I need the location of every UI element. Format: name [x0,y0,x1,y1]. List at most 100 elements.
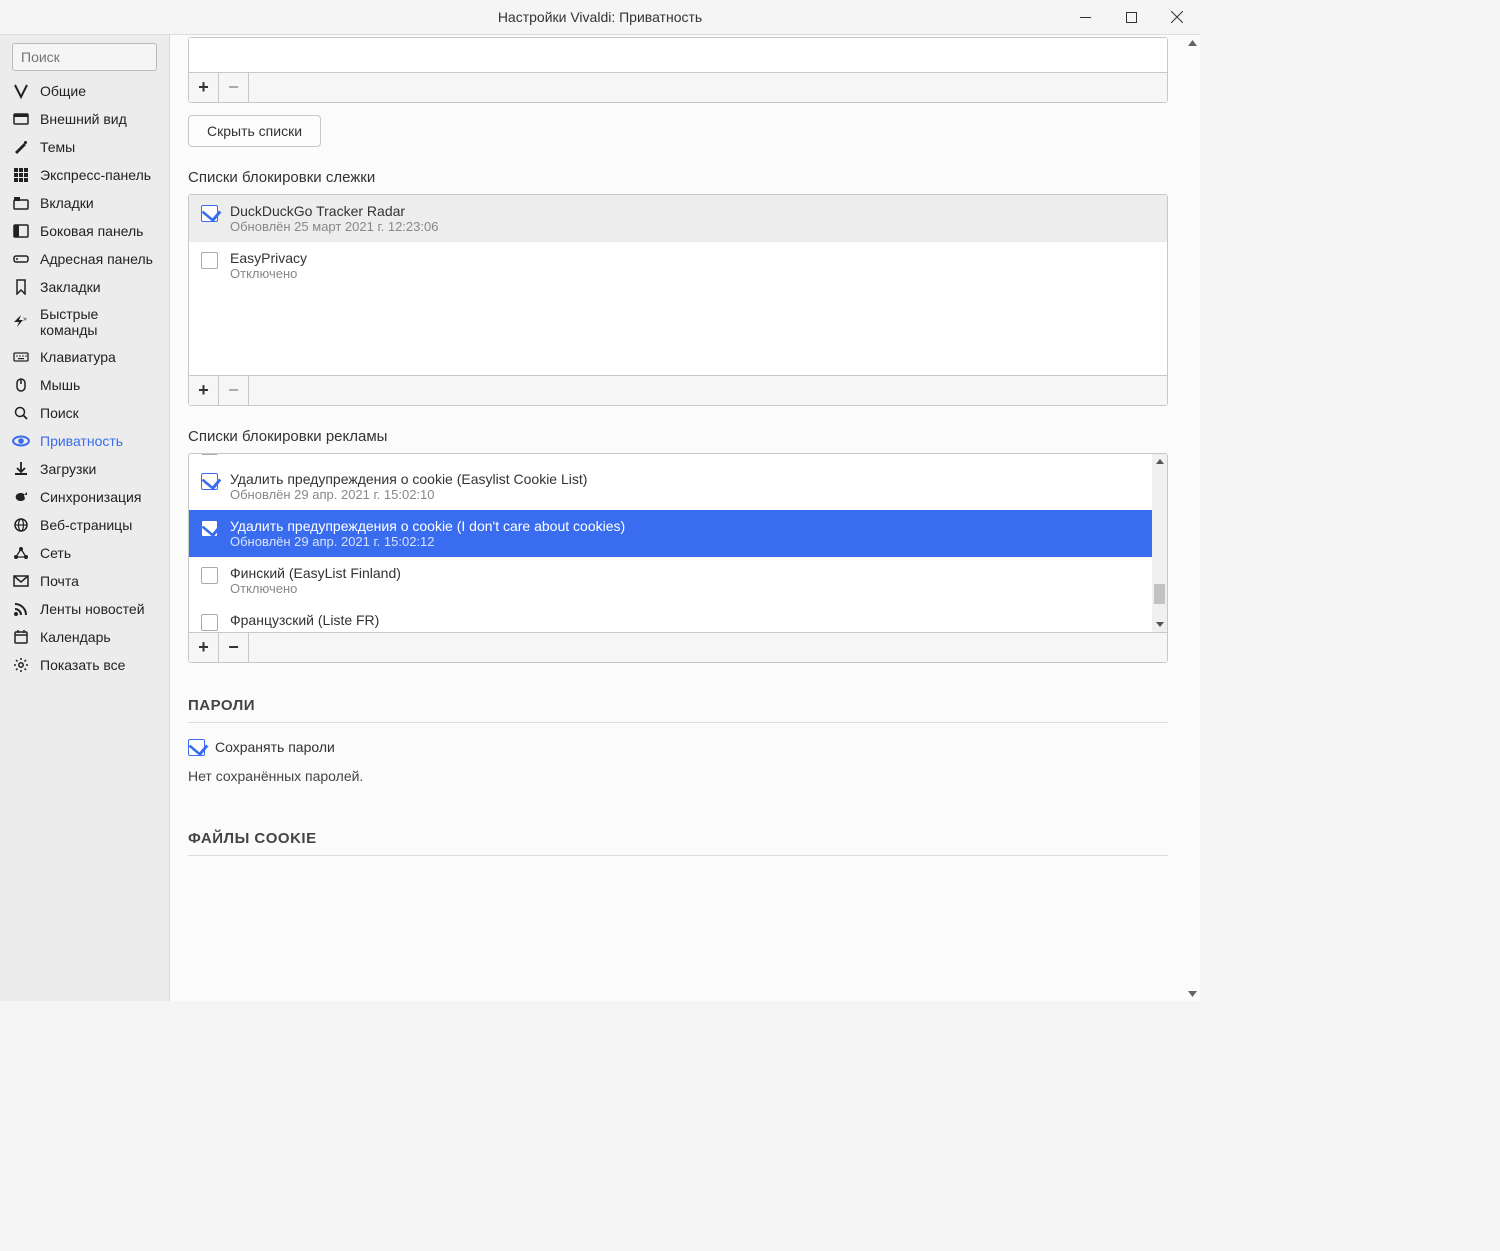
window-title: Настройки Vivaldi: Приватность [498,9,702,25]
svg-text:»: » [23,316,27,323]
gear-icon [12,656,30,674]
network-icon [12,544,30,562]
search-input[interactable] [12,43,157,71]
scroll-thumb[interactable] [1154,584,1165,604]
list-item-checkbox[interactable] [201,520,218,537]
maximize-button[interactable] [1108,0,1154,34]
ad-blocklist: Отключено Удалить предупреждения о cookie… [188,453,1168,663]
downloads-icon [12,460,30,478]
speed-dial-icon [12,166,30,184]
list-item[interactable]: Финский (EasyList Finland)Отключено [189,557,1152,604]
sidebar-item-label: Календарь [40,629,111,645]
sidebar-item-gear[interactable]: Показать все [0,651,169,679]
sidebar-item-web[interactable]: Веб-страницы [0,511,169,539]
sidebar-item-label: Экспресс-панель [40,167,151,183]
sidebar-item-network[interactable]: Сеть [0,539,169,567]
sidebar-item-quick[interactable]: » Быстрые команды [0,301,169,343]
list-item[interactable]: Удалить предупреждения о cookie (Easylis… [189,463,1152,510]
sidebar-item-label: Темы [40,139,75,155]
sidebar-item-mail[interactable]: Почта [0,567,169,595]
list-item-checkbox[interactable] [201,252,218,269]
list-item-title: Французский (Liste FR) [230,612,1140,628]
add-source-button[interactable]: + [189,73,219,102]
sidebar-item-label: Загрузки [40,461,96,477]
quick-icon: » [12,313,30,331]
main-content: + − Скрыть списки Списки блокировки слеж… [170,35,1200,1001]
sidebar-item-privacy[interactable]: Приватность [0,427,169,455]
list-item-checkbox[interactable] [201,205,218,222]
sidebar-item-label: Показать все [40,657,125,673]
close-button[interactable] [1154,0,1200,34]
web-icon [12,516,30,534]
hide-lists-button[interactable]: Скрыть списки [188,115,321,147]
sidebar-item-label: Поиск [40,405,79,421]
sidebar-item-label: Веб-страницы [40,517,132,533]
sync-icon [12,488,30,506]
tracker-lists-heading: Списки блокировки слежки [188,169,1168,186]
save-passwords-row[interactable]: Сохранять пароли [188,737,1168,756]
scroll-down-icon[interactable] [1185,986,1200,1001]
save-passwords-checkbox[interactable] [188,739,205,756]
sidebar-item-sync[interactable]: Синхронизация [0,483,169,511]
list-item[interactable]: EasyPrivacyОтключено [189,242,1167,289]
list-item[interactable]: Французский (Liste FR) [189,604,1152,631]
remove-ad-list-button[interactable]: − [219,633,249,662]
keyboard-icon [12,348,30,366]
passwords-heading: ПАРОЛИ [188,697,1168,714]
list-item-title: Удалить предупреждения о cookie (I don't… [230,518,1140,534]
sidebar-item-mouse[interactable]: Мышь [0,371,169,399]
ad-list-scrollbar[interactable] [1152,454,1167,632]
sidebar-item-label: Приватность [40,433,123,449]
scroll-up-icon[interactable] [1152,454,1167,469]
list-item[interactable]: DuckDuckGo Tracker RadarОбновлён 25 март… [189,195,1167,242]
appearance-icon [12,110,30,128]
minimize-button[interactable] [1062,0,1108,34]
list-item-checkbox[interactable] [201,567,218,584]
list-item-title: Удалить предупреждения о cookie (Easylis… [230,471,1140,487]
sidebar-item-tabs[interactable]: Вкладки [0,189,169,217]
address-icon [12,250,30,268]
tabs-icon [12,194,30,212]
list-item-subtitle: Обновлён 25 март 2021 г. 12:23:06 [230,219,1155,234]
main-scrollbar[interactable] [1185,35,1200,1001]
list-item-checkbox[interactable] [201,473,218,490]
sidebar-item-bookmarks[interactable]: Закладки [0,273,169,301]
mail-icon [12,572,30,590]
sidebar-item-label: Закладки [40,279,101,295]
sidebar-item-address[interactable]: Адресная панель [0,245,169,273]
scroll-down-icon[interactable] [1152,617,1167,632]
sidebar-item-feeds[interactable]: Ленты новостей [0,595,169,623]
calendar-icon [12,628,30,646]
sidebar-item-search[interactable]: Поиск [0,399,169,427]
sidebar-item-themes[interactable]: Темы [0,133,169,161]
bookmarks-icon [12,278,30,296]
sidebar-item-downloads[interactable]: Загрузки [0,455,169,483]
sidebar-item-label: Быстрые команды [40,306,157,338]
sidebar-item-label: Сеть [40,545,71,561]
titlebar: Настройки Vivaldi: Приватность [0,0,1200,35]
sidebar-item-vivaldi[interactable]: Общие [0,77,169,105]
scroll-up-icon[interactable] [1185,35,1200,50]
save-passwords-label: Сохранять пароли [215,739,335,755]
sidebar-item-keyboard[interactable]: Клавиатура [0,343,169,371]
sidebar-item-label: Адресная панель [40,251,153,267]
list-item-checkbox[interactable] [201,454,218,455]
sidebar-item-calendar[interactable]: Календарь [0,623,169,651]
sidebar-item-panel[interactable]: Боковая панель [0,217,169,245]
themes-icon [12,138,30,156]
sidebar-item-speed-dial[interactable]: Экспресс-панель [0,161,169,189]
remove-tracker-list-button[interactable]: − [219,376,249,405]
tracker-blocklist: DuckDuckGo Tracker RadarОбновлён 25 март… [188,194,1168,406]
add-ad-list-button[interactable]: + [189,633,219,662]
window-controls [1062,0,1200,34]
sidebar-item-appearance[interactable]: Внешний вид [0,105,169,133]
mouse-icon [12,376,30,394]
privacy-icon [12,432,30,450]
remove-source-button[interactable]: − [219,73,249,102]
sidebar-item-label: Мышь [40,377,80,393]
list-item-checkbox[interactable] [201,614,218,631]
add-tracker-list-button[interactable]: + [189,376,219,405]
list-item[interactable]: Отключено [189,454,1152,463]
list-item[interactable]: Удалить предупреждения о cookie (I don't… [189,510,1152,557]
list-item-title: Финский (EasyList Finland) [230,565,1140,581]
